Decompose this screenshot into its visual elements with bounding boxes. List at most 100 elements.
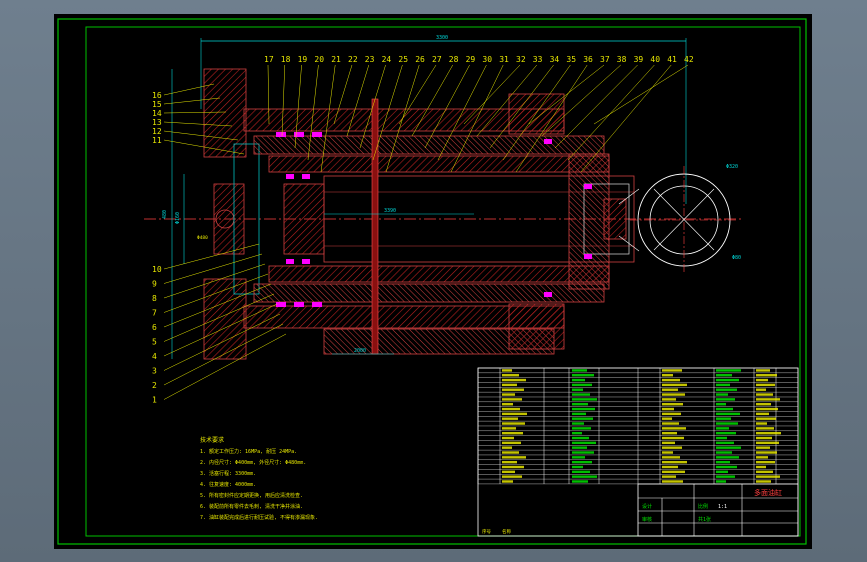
title-design: 设计 bbox=[642, 503, 652, 510]
callout-12: 12 bbox=[152, 127, 162, 136]
table-cell bbox=[502, 431, 523, 435]
table-cell bbox=[572, 431, 582, 435]
table-cell bbox=[662, 369, 682, 372]
dim-left-1: 480 bbox=[162, 210, 168, 219]
table-cell bbox=[716, 383, 730, 387]
table-cell bbox=[502, 412, 527, 416]
callout-13: 13 bbox=[152, 118, 162, 127]
table-cell bbox=[756, 403, 771, 406]
callout-31: 31 bbox=[499, 55, 509, 64]
tech-heading: 技术要求 bbox=[200, 436, 224, 444]
callout-21: 21 bbox=[331, 55, 341, 64]
table-cell bbox=[662, 388, 678, 391]
table-cell bbox=[662, 417, 672, 420]
title-no: 序号 bbox=[482, 528, 491, 535]
table-cell bbox=[716, 441, 734, 445]
callout-18: 18 bbox=[281, 55, 291, 64]
table-cell bbox=[502, 441, 521, 445]
table-cell bbox=[756, 441, 779, 445]
table-cell bbox=[662, 475, 676, 478]
table-cell bbox=[756, 460, 775, 464]
table-cell bbox=[716, 403, 726, 406]
callout-1: 1 bbox=[152, 396, 157, 405]
end-view bbox=[618, 166, 738, 274]
table-cell bbox=[502, 451, 519, 454]
callout-26: 26 bbox=[415, 55, 425, 64]
callout-40: 40 bbox=[650, 55, 660, 64]
table-cell bbox=[756, 456, 768, 459]
callout-15: 15 bbox=[152, 100, 162, 109]
table-cell bbox=[502, 417, 518, 420]
table-cell bbox=[756, 398, 780, 401]
table-cell bbox=[716, 470, 728, 474]
table-cell bbox=[716, 417, 731, 420]
table-cell bbox=[756, 378, 768, 382]
table-cell bbox=[716, 374, 732, 377]
callout-leader-40 bbox=[567, 64, 655, 161]
callout-22: 22 bbox=[348, 55, 358, 64]
table-cell bbox=[662, 456, 680, 459]
table-cell bbox=[502, 470, 515, 474]
table-cell bbox=[502, 456, 526, 459]
tech-line: 4. 往复速度: 4000mm. bbox=[200, 481, 256, 488]
table-cell bbox=[662, 383, 687, 387]
callout-28: 28 bbox=[449, 55, 459, 64]
table-cell bbox=[572, 393, 590, 396]
callout-16: 16 bbox=[152, 91, 162, 100]
tech-requirements: 技术要求 1. 额定工作压力: 16MPa, 耐压 24MPa. 2. 内径尺寸:… bbox=[200, 436, 318, 521]
table-cell bbox=[502, 422, 525, 425]
callout-36: 36 bbox=[583, 55, 593, 64]
tech-line: 2. 内径尺寸: Φ400mm, 外径尺寸: Φ480mm. bbox=[200, 459, 306, 466]
callout-8: 8 bbox=[152, 294, 157, 303]
tech-line: 5. 所有密封件应定期更换, 用后应清洗检查. bbox=[200, 492, 303, 499]
table-cell bbox=[662, 398, 676, 401]
callout-leader-10 bbox=[163, 243, 260, 270]
table-cell bbox=[502, 407, 520, 411]
table-cell bbox=[756, 383, 775, 387]
table-cell bbox=[572, 388, 583, 391]
callout-4: 4 bbox=[152, 352, 157, 361]
table-cell bbox=[572, 403, 588, 406]
table-cell bbox=[572, 383, 592, 387]
dim-circle-lower: Φ80 bbox=[732, 255, 741, 261]
callout-2: 2 bbox=[152, 381, 157, 390]
callout-38: 38 bbox=[617, 55, 627, 64]
cad-viewport[interactable]: 3300 3390 2000 480 Φ160 Φ480 Φ320 Φ80 17… bbox=[54, 14, 812, 549]
table-cell bbox=[756, 407, 778, 411]
table-cell bbox=[756, 427, 774, 430]
table-cell bbox=[502, 374, 519, 377]
table-cell bbox=[502, 460, 517, 464]
table-cell bbox=[572, 417, 593, 420]
table-cell bbox=[662, 465, 678, 469]
callout-42: 42 bbox=[684, 55, 694, 64]
callout-9: 9 bbox=[152, 280, 157, 289]
table-cell bbox=[756, 446, 770, 449]
table-cell bbox=[716, 451, 732, 454]
table-cell bbox=[716, 475, 735, 478]
table-cell bbox=[756, 417, 776, 420]
table-cell bbox=[662, 451, 673, 454]
table-cell bbox=[502, 369, 512, 372]
table-cell bbox=[572, 369, 587, 372]
table-cell bbox=[502, 398, 522, 401]
table-cell bbox=[716, 407, 733, 411]
callout-10: 10 bbox=[152, 265, 162, 274]
dim-left-2: Φ160 bbox=[175, 212, 181, 224]
table-cell bbox=[716, 378, 739, 382]
table-cell bbox=[756, 465, 766, 469]
title-ratio: 1:1 bbox=[718, 504, 727, 510]
table-cell bbox=[716, 422, 738, 425]
table-cell bbox=[662, 480, 683, 483]
callout-37: 37 bbox=[600, 55, 610, 64]
callout-27: 27 bbox=[432, 55, 442, 64]
table-cell bbox=[716, 431, 736, 435]
callout-leader-41 bbox=[580, 64, 672, 173]
table-cell bbox=[756, 431, 781, 435]
table-cell bbox=[572, 407, 595, 411]
table-cell bbox=[662, 441, 675, 445]
callout-23: 23 bbox=[365, 55, 375, 64]
callout-3: 3 bbox=[152, 367, 157, 376]
table-cell bbox=[662, 460, 687, 464]
table-cell bbox=[572, 456, 585, 459]
table-cell bbox=[716, 393, 728, 396]
